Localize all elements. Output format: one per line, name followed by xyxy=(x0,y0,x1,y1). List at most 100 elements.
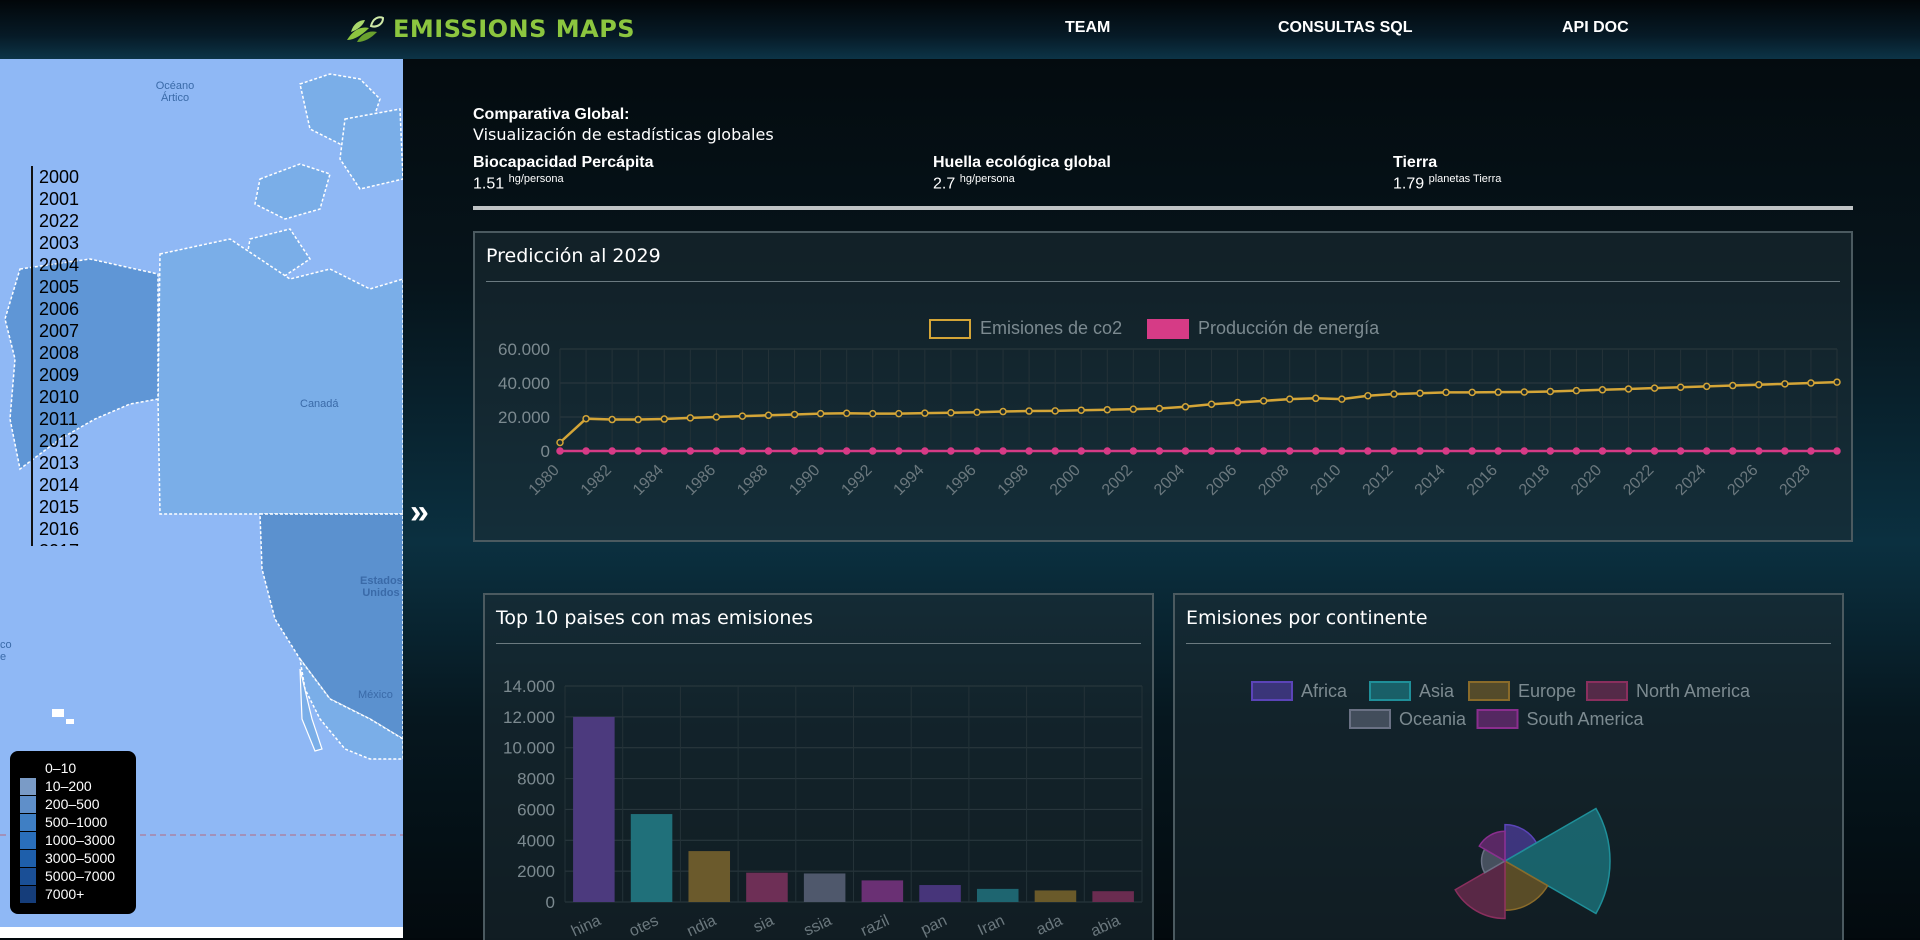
legend-item: South America xyxy=(1476,709,1645,729)
data-point xyxy=(1181,403,1190,411)
x-tick-label: 1982 xyxy=(578,462,615,499)
data-point xyxy=(999,447,1007,455)
y-tick-label: 6000 xyxy=(517,800,555,819)
year-option[interactable]: 2007 xyxy=(33,320,93,342)
bar xyxy=(630,814,673,902)
y-tick-label: 20.000 xyxy=(498,408,550,427)
year-option[interactable]: 2014 xyxy=(33,474,93,496)
y-tick-label: 60.000 xyxy=(498,340,550,359)
top-header: EMISSIONS MAPS TEAM CONSULTAS SQL API DO… xyxy=(0,0,1920,59)
data-point xyxy=(1259,397,1268,405)
x-tick-label: 1990 xyxy=(786,462,823,499)
data-point xyxy=(1155,447,1164,455)
data-point xyxy=(1390,390,1398,398)
data-point xyxy=(1129,447,1138,455)
x-tick-label: pan xyxy=(918,912,949,939)
data-point xyxy=(608,447,616,455)
x-tick-label: 1994 xyxy=(890,462,927,499)
x-tick-label: 1998 xyxy=(995,462,1032,499)
data-point xyxy=(556,447,564,455)
data-point xyxy=(1312,447,1320,455)
data-point xyxy=(1207,447,1216,455)
data-point xyxy=(790,410,799,419)
year-option[interactable]: 2012 xyxy=(33,430,93,452)
year-selector[interactable]: 2000 2001 2022 2003 2004 2005 2006 2007 2008 2009… xyxy=(31,166,93,546)
nav-consultas-sql[interactable]: CONSULTAS SQL xyxy=(1278,19,1413,37)
year-option[interactable]: 2001 xyxy=(33,188,93,210)
x-tick-label: 2020 xyxy=(1568,462,1605,499)
legend-row: 1000–3000 xyxy=(20,831,115,849)
data-point xyxy=(1338,447,1346,455)
data-point xyxy=(1676,447,1685,455)
data-point xyxy=(1494,447,1502,455)
legend-label: 5000–7000 xyxy=(45,868,116,884)
logo[interactable]: EMISSIONS MAPS xyxy=(343,10,635,48)
legend-swatch xyxy=(20,849,36,867)
data-point xyxy=(1807,447,1815,455)
year-option[interactable]: 2008 xyxy=(33,342,93,364)
leaf-logo-icon xyxy=(347,16,385,42)
data-point xyxy=(1546,387,1555,396)
continent-polar-chart[interactable]: Africa Asia Europe North America Oceania Sout… xyxy=(1175,595,1842,940)
y-tick-label: 10.000 xyxy=(503,739,555,758)
year-option[interactable]: 2010 xyxy=(33,386,93,408)
data-point xyxy=(1442,447,1450,455)
x-tick-label: 2004 xyxy=(1151,462,1188,499)
polar-segment xyxy=(1454,859,1506,920)
data-point xyxy=(1807,379,1815,387)
nav-team[interactable]: TEAM xyxy=(1065,19,1110,37)
data-point xyxy=(816,409,825,418)
data-point xyxy=(1442,388,1450,397)
year-option[interactable]: 2022 xyxy=(33,210,93,232)
expand-panel-button[interactable]: » xyxy=(410,493,429,532)
data-point xyxy=(1702,382,1711,391)
data-point xyxy=(1702,447,1711,455)
y-tick-label: 0 xyxy=(541,442,550,461)
year-option[interactable]: 2003 xyxy=(33,232,93,254)
year-option[interactable]: 2004 xyxy=(33,254,93,276)
legend-swatch xyxy=(20,813,36,831)
data-point xyxy=(973,447,981,455)
emissions-map[interactable]: Océano Ártico Canadá Estados Unidos Méxi… xyxy=(0,59,403,927)
year-option[interactable]: 2015 xyxy=(33,496,93,518)
year-option[interactable]: 2009 xyxy=(33,364,93,386)
year-option[interactable]: 2006 xyxy=(33,298,93,320)
year-option[interactable]: 2005 xyxy=(33,276,93,298)
data-point xyxy=(1598,447,1607,455)
x-tick-label: 2014 xyxy=(1412,462,1449,499)
data-point xyxy=(1051,447,1059,455)
x-tick-label: 2002 xyxy=(1099,462,1136,499)
bar xyxy=(573,716,615,902)
legend-label: South America xyxy=(1527,709,1645,729)
stat-label-earth: Tierra xyxy=(1393,154,1438,171)
year-option[interactable]: 2013 xyxy=(33,452,93,474)
legend-swatch xyxy=(20,760,36,777)
data-point xyxy=(1077,447,1085,455)
data-point xyxy=(738,447,747,455)
y-tick-label: 4000 xyxy=(517,831,555,850)
legend-item: North America xyxy=(1586,681,1751,701)
prediction-line-chart[interactable]: Emisiones de co2 Producción de energía 60.… xyxy=(475,233,1851,540)
data-point xyxy=(686,447,695,455)
year-option[interactable]: 2016 xyxy=(33,518,93,540)
legend-label: Oceania xyxy=(1399,709,1467,729)
data-point xyxy=(1624,447,1633,455)
year-option[interactable]: 2011 xyxy=(33,408,93,430)
legend-row: 3000–5000 xyxy=(20,849,115,867)
top-countries-bar-chart[interactable]: 14.000 12.000 10.000 8000 6000 4000 2000 0 hina o… xyxy=(485,595,1152,940)
legend-swatch xyxy=(1476,709,1519,729)
bar xyxy=(746,872,788,902)
nav-api-doc[interactable]: API DOC xyxy=(1562,19,1629,37)
year-option[interactable]: 2000 xyxy=(33,166,93,188)
data-point xyxy=(1312,394,1320,403)
x-tick-label: 2022 xyxy=(1620,462,1657,499)
data-point xyxy=(712,447,721,455)
data-point xyxy=(1103,405,1112,414)
legend-label: Europe xyxy=(1518,681,1576,701)
year-option[interactable]: 2017 xyxy=(33,540,93,546)
data-point xyxy=(1598,386,1607,394)
legend-row: 500–1000 xyxy=(20,813,107,831)
legend-item: Asia xyxy=(1369,681,1455,701)
x-tick-label: 1988 xyxy=(734,462,771,499)
data-point xyxy=(634,415,642,424)
